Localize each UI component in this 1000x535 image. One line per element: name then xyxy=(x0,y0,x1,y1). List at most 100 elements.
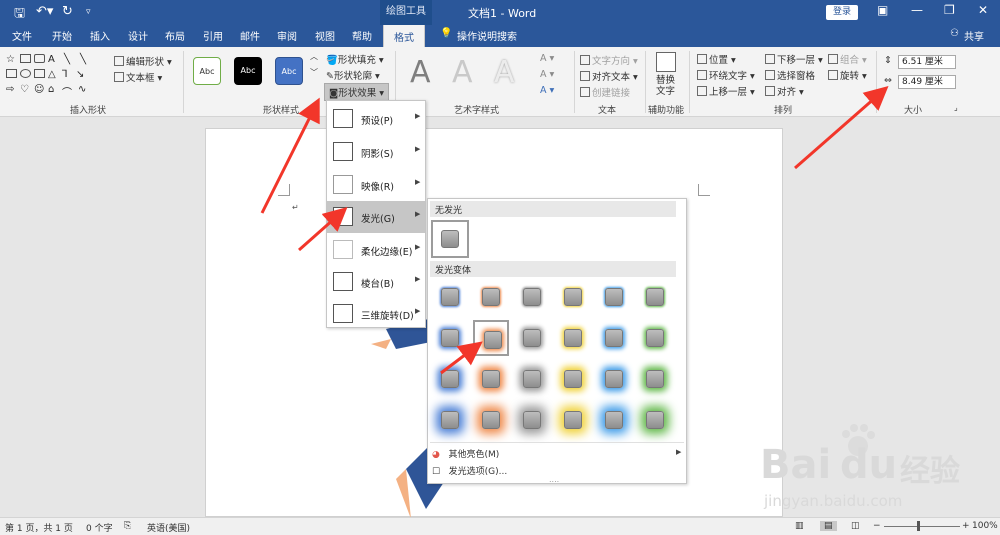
tab-references[interactable]: 引用 xyxy=(203,28,223,43)
edit-shape-button[interactable]: 编辑形状 ▾ xyxy=(114,54,172,68)
page-count[interactable]: 第 1 页，共 1 页 xyxy=(5,521,73,534)
language-status[interactable]: 英语(美国) xyxy=(147,521,190,534)
close-icon[interactable]: ✕ xyxy=(978,3,988,17)
restore-icon[interactable]: ❐ xyxy=(944,3,955,17)
print-layout-icon[interactable]: ▤ xyxy=(820,521,837,531)
glow-variant-option[interactable] xyxy=(514,402,550,438)
glow-variant-option[interactable] xyxy=(555,402,591,438)
tab-help[interactable]: 帮助 xyxy=(352,28,372,43)
text-effect-icon[interactable]: A ▾ xyxy=(540,85,554,96)
shape-style-preset-3[interactable]: Abc xyxy=(275,57,303,85)
shape-effect-button[interactable]: ◙形状效果 ▾ xyxy=(324,83,390,101)
glow-options-item[interactable]: ☐ 发光选项(G)... xyxy=(432,464,507,477)
proofing-icon[interactable]: ⎘ xyxy=(124,521,131,531)
tell-me-search[interactable]: 操作说明搜索 xyxy=(457,28,517,43)
glow-variant-option[interactable] xyxy=(473,361,509,397)
glow-variant-option[interactable] xyxy=(473,279,509,315)
glow-variant-option[interactable] xyxy=(555,279,591,315)
shape-outline-button[interactable]: ✎形状轮廓 ▾ xyxy=(326,68,380,82)
menu-item-glow[interactable]: 发光(G) ▶ xyxy=(327,201,425,233)
glow-variant-option[interactable] xyxy=(637,402,673,438)
menu-item-bevel[interactable]: 棱台(B) ▶ xyxy=(327,266,425,298)
text-outline-icon[interactable]: A ▾ xyxy=(540,69,554,80)
undo-icon[interactable]: ↶▾ xyxy=(36,4,53,19)
create-link-button[interactable]: 创建链接 xyxy=(580,85,630,99)
glow-variant-option[interactable] xyxy=(637,361,673,397)
wordart-style-3[interactable]: A xyxy=(494,55,515,90)
glow-variant-option[interactable] xyxy=(555,361,591,397)
gallery-scroll-down-icon[interactable]: ﹀ xyxy=(310,67,318,78)
tab-mailings[interactable]: 邮件 xyxy=(240,28,260,43)
resize-handle-icon[interactable]: .... xyxy=(549,475,559,484)
gallery-scroll-up-icon[interactable]: ︿ xyxy=(310,51,318,62)
zoom-slider[interactable] xyxy=(884,526,960,527)
group-button[interactable]: 组合 ▾ xyxy=(828,52,867,66)
customize-icon[interactable]: ▿ xyxy=(86,7,91,17)
menu-item-reflection[interactable]: 映像(R) ▶ xyxy=(327,169,425,201)
shape-fill-button[interactable]: 🪣形状填充 ▾ xyxy=(326,52,384,66)
glow-variant-option[interactable] xyxy=(473,402,509,438)
shape-height-input[interactable]: 6.51 厘米 xyxy=(898,55,956,69)
glow-variant-option[interactable] xyxy=(596,402,632,438)
tab-view[interactable]: 视图 xyxy=(315,28,335,43)
menu-item-shadow[interactable]: 阴影(S) ▶ xyxy=(327,136,425,168)
glow-variant-option[interactable] xyxy=(514,320,550,356)
wordart-style-1[interactable]: A xyxy=(410,55,431,90)
tab-format[interactable]: 格式 xyxy=(383,25,425,47)
redo-icon[interactable]: ↻ xyxy=(62,4,73,19)
wordart-style-2[interactable]: A xyxy=(452,55,473,90)
zoom-slider-thumb[interactable] xyxy=(917,521,920,531)
glow-variant-option[interactable] xyxy=(596,320,632,356)
menu-item-preset[interactable]: 预设(P) ▶ xyxy=(327,103,425,135)
save-icon[interactable]: 🖫 xyxy=(14,4,25,26)
rotate-button[interactable]: 旋转 ▾ xyxy=(828,68,867,82)
shapes-gallery[interactable]: ☆ A ╲ ╲ △ ⅂ ↘ ⇨ ♡ ☺ ⌂ ⌒ ∿ xyxy=(6,52,106,99)
glow-variant-option[interactable] xyxy=(514,361,550,397)
size-dialog-launcher-icon[interactable]: ⌟ xyxy=(954,103,958,112)
glow-variant-option[interactable] xyxy=(514,279,550,315)
no-glow-option[interactable] xyxy=(431,220,469,258)
minimize-icon[interactable]: — xyxy=(911,3,923,17)
menu-item-3d-rotation[interactable]: 三维旋转(D) ▶ xyxy=(327,298,425,330)
bring-forward-button[interactable]: 上移一层 ▾ xyxy=(697,84,755,98)
glow-variant-option[interactable] xyxy=(596,361,632,397)
share-button[interactable]: 共享 xyxy=(964,28,984,43)
send-backward-button[interactable]: 下移一层 ▾ xyxy=(765,52,823,66)
zoom-out-icon[interactable]: − xyxy=(873,521,881,531)
glow-variant-option[interactable] xyxy=(432,320,468,356)
glow-variant-option[interactable] xyxy=(637,279,673,315)
text-direction-button[interactable]: 文字方向 ▾ xyxy=(580,53,638,67)
shape-style-preset-1[interactable]: Abc xyxy=(193,57,221,85)
tab-design[interactable]: 设计 xyxy=(128,28,148,43)
menu-item-soft-edges[interactable]: 柔化边缘(E) ▶ xyxy=(327,234,425,266)
glow-variant-option[interactable] xyxy=(432,402,468,438)
ribbon-display-icon[interactable]: ▣ xyxy=(877,3,888,17)
wrap-text-button[interactable]: 环绕文字 ▾ xyxy=(697,68,755,82)
zoom-in-icon[interactable]: + xyxy=(962,521,970,531)
tab-layout[interactable]: 布局 xyxy=(165,28,185,43)
align-text-button[interactable]: 对齐文本 ▾ xyxy=(580,69,638,83)
tab-review[interactable]: 审阅 xyxy=(277,28,297,43)
alt-text-button[interactable]: 替换 文字 xyxy=(656,75,675,97)
selection-pane-button[interactable]: 选择窗格 xyxy=(765,68,815,82)
word-count[interactable]: 0 个字 xyxy=(86,521,113,534)
glow-variant-option[interactable] xyxy=(637,320,673,356)
glow-variant-option[interactable] xyxy=(596,279,632,315)
tab-home[interactable]: 开始 xyxy=(52,28,72,43)
login-button[interactable]: 登录 xyxy=(826,5,858,20)
text-fill-icon[interactable]: A ▾ xyxy=(540,53,554,64)
tab-file[interactable]: 文件 xyxy=(12,28,32,43)
tab-insert[interactable]: 插入 xyxy=(90,28,110,43)
shape-width-input[interactable]: 8.49 厘米 xyxy=(898,75,956,89)
text-box-button[interactable]: 文本框 ▾ xyxy=(114,70,162,84)
read-mode-icon[interactable]: ▥ xyxy=(795,521,804,531)
web-layout-icon[interactable]: ◫ xyxy=(851,521,860,531)
zoom-level[interactable]: 100% xyxy=(972,521,998,531)
position-button[interactable]: 位置 ▾ xyxy=(697,52,736,66)
glow-variant-option[interactable] xyxy=(432,361,468,397)
glow-variant-option[interactable] xyxy=(473,320,509,356)
align-button[interactable]: 对齐 ▾ xyxy=(765,84,804,98)
more-glow-colors-item[interactable]: ◕ 其他亮色(M) xyxy=(432,447,499,460)
glow-variant-option[interactable] xyxy=(432,279,468,315)
shape-style-preset-2[interactable]: Abc xyxy=(234,57,262,85)
